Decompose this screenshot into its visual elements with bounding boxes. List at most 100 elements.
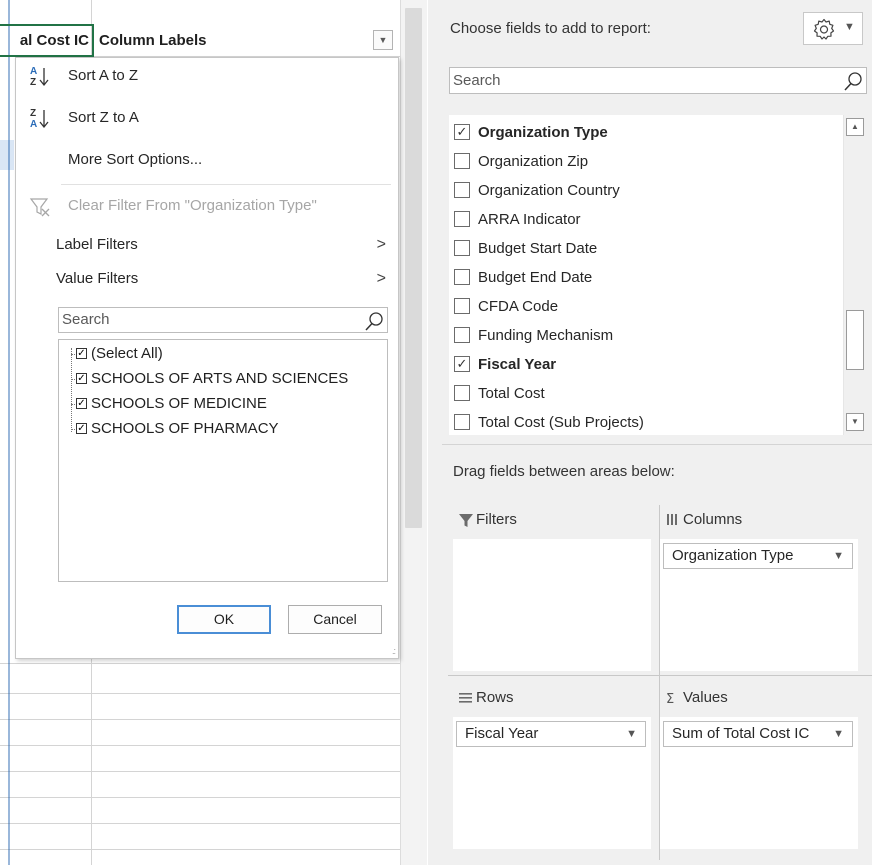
search-icon (365, 312, 383, 331)
field-checkbox[interactable] (454, 327, 470, 343)
field-checkbox[interactable] (454, 385, 470, 401)
field-label: Organization Country (478, 182, 620, 199)
sheet-left-border (8, 0, 10, 865)
filter-search-placeholder: Search (62, 311, 110, 328)
more-sort-options-item[interactable]: More Sort Options... (16, 144, 398, 176)
rows-chip-label: Fiscal Year (465, 725, 539, 742)
field-checkbox[interactable] (454, 182, 470, 198)
cancel-button[interactable]: Cancel (288, 605, 382, 634)
checkbox-medicine[interactable]: ✓ (76, 398, 87, 409)
resize-grip-icon[interactable]: .: (392, 646, 396, 656)
values-area: Σ Values Sum of Total Cost IC ▼ (660, 683, 858, 851)
pane-divider (442, 444, 872, 445)
field-checkbox[interactable] (454, 211, 470, 227)
filter-item-medicine[interactable]: SCHOOLS OF MEDICINE (91, 392, 267, 416)
label-filters-item[interactable]: Label Filters > (16, 229, 398, 261)
filters-label: Filters (476, 511, 517, 528)
values-drop-zone[interactable]: Sum of Total Cost IC ▼ (660, 717, 858, 849)
value-filters-item[interactable]: Value Filters > (16, 263, 398, 295)
chevron-right-icon: > (376, 270, 386, 287)
menu-separator (61, 184, 391, 185)
checkbox-pharmacy[interactable]: ✓ (76, 423, 87, 434)
field-label: Total Cost (Sub Projects) (478, 414, 644, 431)
field-label: Funding Mechanism (478, 327, 614, 344)
grid-line (0, 719, 400, 720)
columns-chip-label: Organization Type (672, 547, 794, 564)
filter-item-pharmacy[interactable]: SCHOOLS OF PHARMACY (91, 417, 279, 441)
filter-item-select-all[interactable]: (Select All) (91, 342, 163, 366)
search-icon (844, 72, 862, 91)
field-label: Budget End Date (478, 269, 593, 286)
clear-filter-icon (29, 198, 50, 217)
filter-value-list[interactable]: ✓ (Select All) ✓ SCHOOLS OF ARTS AND SCI… (58, 339, 388, 582)
sort-z-to-a-item[interactable]: Z A Sort Z to A (16, 102, 398, 134)
field-checkbox[interactable] (454, 414, 470, 430)
area-separator (659, 505, 660, 860)
field-list-scroll-thumb[interactable] (846, 310, 864, 370)
sort-a-to-z-item[interactable]: A Z Sort A to Z (16, 60, 398, 92)
sort-descending-icon: Z A (30, 108, 49, 130)
field-label: Budget Start Date (478, 240, 598, 257)
grid-line (0, 693, 400, 694)
sort-a-to-z-label: Sort A to Z (68, 67, 139, 84)
svg-text:Σ: Σ (666, 692, 674, 707)
sheet-scrollbar-thumb[interactable] (405, 8, 422, 528)
checkbox-select-all[interactable]: ✓ (76, 348, 87, 359)
label-filters-label: Label Filters (56, 236, 138, 253)
header-cell-column-labels[interactable]: Column Labels (99, 32, 207, 49)
svg-text:Z: Z (30, 108, 36, 119)
field-checkbox-checked[interactable]: ✓ (454, 356, 470, 372)
rows-field-chip[interactable]: Fiscal Year ▼ (456, 721, 646, 747)
scroll-up-icon[interactable]: ▲ (846, 118, 864, 136)
columns-label: Columns (683, 511, 743, 528)
filter-search-input[interactable]: Search (58, 307, 388, 333)
field-search-input[interactable]: Search (449, 67, 867, 94)
field-checkbox[interactable] (454, 298, 470, 314)
checkbox-arts-sciences[interactable]: ✓ (76, 373, 87, 384)
field-label: ARRA Indicator (478, 211, 581, 228)
sort-z-to-a-label: Sort Z to A (68, 109, 139, 126)
columns-icon (667, 514, 677, 525)
values-field-chip[interactable]: Sum of Total Cost IC ▼ (663, 721, 853, 747)
svg-text:A: A (30, 119, 37, 130)
grid-line (0, 771, 400, 772)
grid-line (0, 823, 400, 824)
rows-drop-zone[interactable]: Fiscal Year ▼ (453, 717, 651, 849)
field-list[interactable]: ✓ Organization Type Organization Zip Org… (449, 115, 868, 435)
value-filters-label: Value Filters (56, 270, 139, 287)
columns-drop-zone[interactable]: Organization Type ▼ (660, 539, 858, 671)
field-list-settings-button[interactable]: ▼ (803, 12, 863, 45)
clear-filter-item[interactable]: Clear Filter From "Organization Type" (16, 190, 398, 222)
chevron-down-icon[interactable]: ▼ (833, 722, 844, 746)
field-checkbox[interactable] (454, 269, 470, 285)
active-cell-border (0, 24, 94, 57)
scroll-down-icon[interactable]: ▼ (846, 413, 864, 431)
grid-line (0, 745, 400, 746)
field-label: Fiscal Year (478, 356, 557, 373)
field-label: CFDA Code (478, 298, 559, 315)
field-checkbox[interactable] (454, 153, 470, 169)
svg-text:Z: Z (30, 77, 36, 88)
chevron-down-icon[interactable]: ▼ (626, 722, 637, 746)
drag-instructions: Drag fields between areas below: (453, 463, 675, 480)
columns-field-chip[interactable]: Organization Type ▼ (663, 543, 853, 569)
columns-area: Columns Organization Type ▼ (660, 505, 858, 673)
area-separator (448, 675, 872, 676)
filters-area: Filters (453, 505, 651, 673)
values-label: Values (683, 689, 728, 706)
column-labels-dropdown-button[interactable]: ▼ (373, 30, 393, 50)
grid-line (0, 663, 400, 664)
field-checkbox-checked[interactable]: ✓ (454, 124, 470, 140)
chevron-down-icon[interactable]: ▼ (833, 544, 844, 568)
field-checkbox[interactable] (454, 240, 470, 256)
ok-button[interactable]: OK (177, 605, 271, 634)
filter-item-arts-sciences[interactable]: SCHOOLS OF ARTS AND SCIENCES (91, 367, 348, 391)
filter-dropdown-menu: A Z Sort A to Z Z A Sort Z to A More Sor… (15, 57, 399, 659)
field-label: Organization Type (478, 124, 608, 141)
grid-line (0, 849, 400, 850)
field-search-placeholder: Search (453, 72, 501, 89)
filters-drop-zone[interactable] (453, 539, 651, 671)
rows-icon (459, 693, 472, 703)
tree-connector (71, 348, 72, 432)
field-list-scrollbar[interactable] (843, 115, 868, 435)
